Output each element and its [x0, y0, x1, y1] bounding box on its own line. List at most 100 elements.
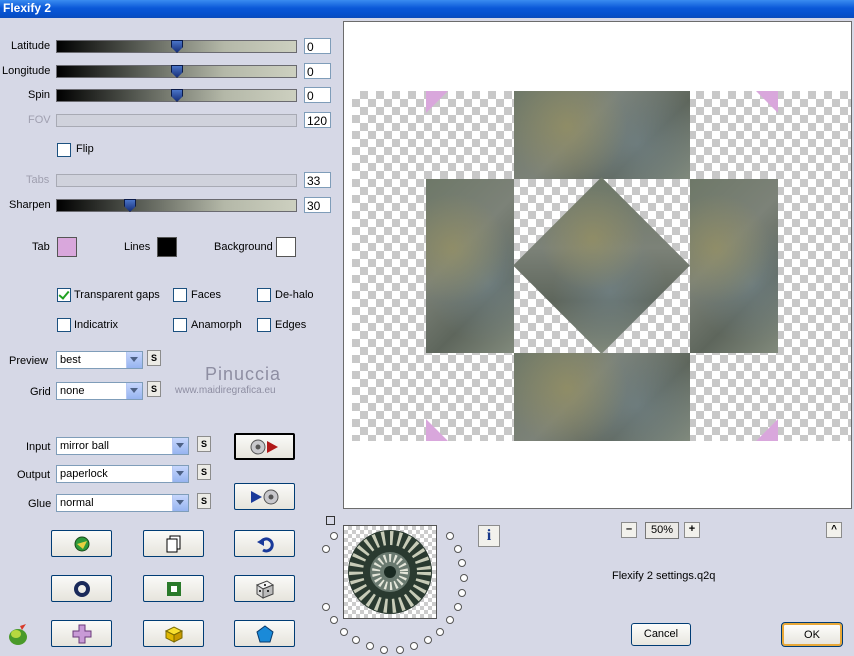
orbit-dot: [410, 642, 419, 651]
longitude-slider[interactable]: [56, 65, 297, 78]
tab-color-label: Tab: [32, 241, 50, 253]
chevron-down-icon[interactable]: [172, 438, 188, 454]
orbit-dot: [436, 627, 445, 636]
orbit-dot: [352, 636, 360, 645]
de-halo-label: De-halo: [275, 289, 314, 301]
edges-checkbox[interactable]: [257, 318, 271, 332]
pentagon-icon: [255, 624, 274, 642]
chevron-down-icon[interactable]: [172, 466, 188, 482]
longitude-slider-thumb[interactable]: [171, 65, 183, 78]
convert-back-button[interactable]: [234, 483, 295, 510]
flip-checkbox[interactable]: [57, 143, 71, 157]
edges-label: Edges: [275, 319, 307, 331]
transparent-gaps-checkbox[interactable]: [57, 288, 71, 302]
mirror-ball-icon: [348, 530, 432, 614]
undo-button[interactable]: [234, 530, 295, 557]
cross-shape-button[interactable]: [51, 620, 112, 647]
latitude-slider[interactable]: [56, 40, 297, 53]
random-button[interactable]: [51, 530, 112, 557]
tabs-slider[interactable]: [56, 174, 297, 187]
convert-forward-button[interactable]: [234, 433, 295, 460]
tabs-label: Tabs: [26, 174, 50, 186]
output-save-button[interactable]: S: [197, 464, 211, 480]
preview-canvas[interactable]: [343, 21, 852, 509]
longitude-label: Longitude: [2, 65, 51, 77]
tabs-value-field[interactable]: 33: [304, 172, 331, 188]
output-select[interactable]: paperlock: [56, 465, 189, 483]
background-color-swatch[interactable]: [276, 237, 296, 257]
output-value: paperlock: [60, 468, 108, 480]
dice-icon: [255, 579, 274, 599]
input-thumbnail[interactable]: [343, 525, 437, 619]
sharpen-slider[interactable]: [56, 199, 297, 212]
grid-save-button[interactable]: S: [147, 381, 161, 397]
tab-color-swatch[interactable]: [57, 237, 77, 257]
orbit-dot: [446, 616, 455, 625]
copy-icon: [166, 535, 180, 552]
grid-label: Grid: [30, 386, 51, 398]
orbit-dot: [339, 627, 348, 636]
orbit-dot: [329, 616, 338, 625]
fov-value-field[interactable]: 120: [304, 112, 331, 128]
ring-icon: [73, 580, 90, 597]
grid-select[interactable]: none: [56, 382, 143, 400]
latitude-label: Latitude: [11, 40, 51, 52]
random-icon: [74, 536, 89, 551]
settings-filename: Flexify 2 settings.q2q: [612, 570, 716, 582]
latitude-value-field[interactable]: 0: [304, 38, 331, 54]
ok-button[interactable]: OK: [781, 622, 843, 647]
glue-select[interactable]: normal: [56, 494, 189, 512]
square-shape-button[interactable]: [143, 575, 204, 602]
zoom-in-button[interactable]: +: [684, 522, 700, 538]
sharpen-value-field[interactable]: 30: [304, 197, 331, 213]
cube-icon: [164, 625, 183, 643]
pentagon-shape-button[interactable]: [234, 620, 295, 647]
lines-color-swatch[interactable]: [157, 237, 177, 257]
orbit-dot: [458, 588, 467, 597]
anamorph-checkbox[interactable]: [173, 318, 187, 332]
chevron-down-icon[interactable]: [126, 383, 142, 399]
chevron-down-icon[interactable]: [172, 495, 188, 511]
preview-face-top: [514, 91, 690, 179]
square-icon: [166, 581, 181, 596]
spin-slider[interactable]: [56, 89, 297, 102]
orbit-dot: [453, 544, 462, 553]
thumbnail-handle[interactable]: [326, 516, 335, 525]
cancel-button[interactable]: Cancel: [631, 623, 691, 646]
anamorph-label: Anamorph: [191, 319, 242, 331]
orbit-dot: [460, 574, 468, 582]
collapse-button[interactable]: ^: [826, 522, 842, 538]
preview-save-button[interactable]: S: [147, 350, 161, 366]
faces-checkbox[interactable]: [173, 288, 187, 302]
fov-slider[interactable]: [56, 114, 297, 127]
indicatrix-checkbox[interactable]: [57, 318, 71, 332]
preview-quality-label: Preview: [9, 355, 49, 367]
orbit-dot: [329, 531, 338, 540]
info-button[interactable]: i: [478, 525, 500, 547]
undo-icon: [256, 536, 274, 552]
spin-slider-thumb[interactable]: [171, 89, 183, 102]
orbit-dot: [322, 603, 331, 612]
title-bar: Flexify 2: [0, 0, 854, 18]
zoom-out-button[interactable]: –: [621, 522, 637, 538]
ring-shape-button[interactable]: [51, 575, 112, 602]
cube-shape-button[interactable]: [143, 620, 204, 647]
preview-quality-select[interactable]: best: [56, 351, 143, 369]
glue-value: normal: [60, 497, 94, 509]
spin-value-field[interactable]: 0: [304, 87, 331, 103]
spin-label: Spin: [28, 89, 51, 101]
latitude-slider-thumb[interactable]: [171, 40, 183, 53]
input-save-button[interactable]: S: [197, 436, 211, 452]
copy-button[interactable]: [143, 530, 204, 557]
dice-button[interactable]: [234, 575, 295, 602]
de-halo-checkbox[interactable]: [257, 288, 271, 302]
convert-back-icon: [250, 489, 278, 504]
zoom-level: 50%: [645, 522, 679, 539]
window-title: Flexify 2: [3, 1, 52, 15]
chevron-down-icon[interactable]: [126, 352, 142, 368]
longitude-value-field[interactable]: 0: [304, 63, 331, 79]
sharpen-slider-thumb[interactable]: [124, 199, 136, 212]
glue-save-button[interactable]: S: [197, 493, 211, 509]
orbit-dot: [424, 636, 432, 645]
input-select[interactable]: mirror ball: [56, 437, 189, 455]
